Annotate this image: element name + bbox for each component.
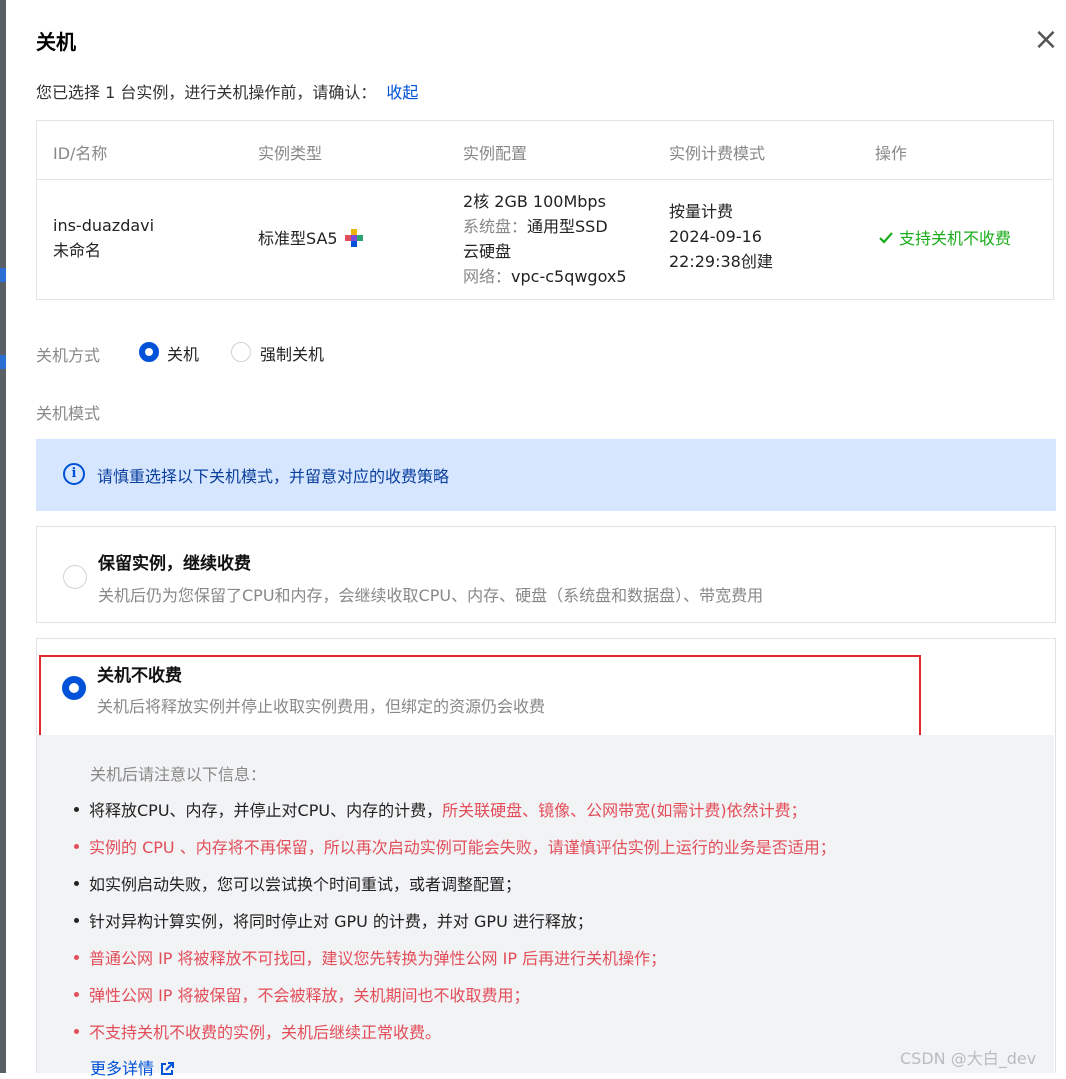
note-item: 不支持关机不收费的实例，关机后继续正常收费。 [74, 1019, 441, 1043]
info-icon: i [63, 463, 85, 485]
radio-shutdown-label[interactable]: 关机 [167, 341, 199, 365]
bullet-dot [74, 992, 79, 997]
config-disk-value: 通用型SSD [527, 217, 608, 236]
instance-type: 标准型SA5 [258, 229, 338, 248]
note-item: 实例的 CPU 、内存将不再保留，所以再次启动实例可能会失败，请谨慎评估实例上运… [74, 834, 836, 858]
table-header: ID/名称 实例类型 实例配置 实例计费模式 操作 [37, 121, 1053, 180]
config-disk-label: 系统盘： [463, 217, 528, 236]
bullet-dot [74, 807, 79, 812]
cell-instance-type: 标准型SA5 [258, 226, 364, 251]
config-disk: 系统盘：通用型SSD [463, 214, 627, 239]
notes-panel: 关机后请注意以下信息： 将释放CPU、内存，并停止对CPU、内存的计费，所关联硬… [37, 735, 1054, 1078]
note-item: 将释放CPU、内存，并停止对CPU、内存的计费，所关联硬盘、镜像、公网带宽(如需… [74, 797, 807, 821]
edge-link-marker [0, 355, 6, 369]
header-billing-mode: 实例计费模式 [669, 144, 766, 163]
watermark: CSDN @大白_dev [900, 1049, 1037, 1068]
more-details-link[interactable]: 更多详情 [90, 1055, 175, 1079]
external-link-icon[interactable] [160, 1062, 175, 1076]
billing-time: 22:29:38创建 [669, 252, 773, 271]
note-item-2-text: 实例的 CPU 、内存将不再保留，所以再次启动实例可能会失败，请谨慎评估实例上运… [89, 838, 836, 857]
instance-name: 未命名 [53, 241, 102, 260]
instance-id: ins-duazdavi [53, 216, 155, 235]
table-row: ins-duazdavi 未命名 标准型SA5 2核 2GB 100Mbps 系… [37, 180, 1053, 300]
note-item: 如实例启动失败，您可以尝试换个时间重试，或者调整配置； [74, 871, 521, 895]
header-instance-type: 实例类型 [258, 144, 323, 163]
bullet-dot [74, 881, 79, 886]
cell-operation: 支持关机不收费 [879, 226, 1011, 251]
dialog-title: 关机 [36, 30, 76, 54]
instance-table: ID/名称 实例类型 实例配置 实例计费模式 操作 ins-duazdavi 未… [36, 120, 1054, 300]
bullet-dot [74, 1029, 79, 1034]
cell-id-name: ins-duazdavi 未命名 [53, 213, 154, 263]
radio-keep-instance[interactable] [63, 565, 87, 589]
cell-billing-mode: 按量计费 2024-09-16 22:29:38创建 [669, 199, 773, 274]
notes-heading: 关机后请注意以下信息： [90, 765, 267, 784]
confirm-message: 您已选择 1 台实例，进行关机操作前，请确认： 收起 [36, 79, 418, 103]
config-network: 网络：vpc-c5qwgox5 [463, 264, 627, 289]
confirm-text: 您已选择 1 台实例，进行关机操作前，请确认： [36, 83, 377, 102]
info-alert: i 请慎重选择以下关机模式，并留意对应的收费策略 [36, 439, 1056, 511]
config-spec: 2核 2GB 100Mbps [463, 192, 606, 211]
option-keep-desc: 关机后仍为您保留了CPU和内存，会继续收取CPU、内存、硬盘（系统盘和数据盘）、… [98, 586, 764, 605]
bullet-dot [74, 955, 79, 960]
note-item-7-text: 不支持关机不收费的实例，关机后继续正常收费。 [89, 1023, 442, 1042]
note-item: 弹性公网 IP 将被保留，不会被释放，关机期间也不收取费用； [74, 982, 530, 1006]
highlight-annotation-box [39, 655, 921, 739]
note-item-6-text: 弹性公网 IP 将被保留，不会被释放，关机期间也不收取费用； [89, 986, 530, 1005]
operation-status: 支持关机不收费 [899, 229, 1012, 248]
radio-force-shutdown-label[interactable]: 强制关机 [260, 341, 324, 365]
header-id-name: ID/名称 [53, 144, 108, 163]
note-item-1-highlight: 所关联硬盘、镜像、公网带宽(如需计费)依然计费； [442, 801, 807, 820]
config-network-value: vpc-c5qwgox5 [511, 267, 627, 286]
close-icon[interactable]: × [1032, 25, 1060, 55]
note-item-4-text: 针对异构计算实例，将同时停止对 GPU 的计费，并对 GPU 进行释放； [89, 912, 593, 931]
shutdown-method-label: 关机方式 [36, 346, 101, 365]
header-instance-config: 实例配置 [463, 144, 528, 163]
note-item-1-text: 将释放CPU、内存，并停止对CPU、内存的计费， [89, 801, 443, 820]
note-item: 针对异构计算实例，将同时停止对 GPU 的计费，并对 GPU 进行释放； [74, 908, 593, 932]
note-item: 普通公网 IP 将被释放不可找回，建议您先转换为弹性公网 IP 后再进行关机操作… [74, 945, 666, 969]
billing-date: 2024-09-16 [669, 227, 762, 246]
option-keep-title: 保留实例，继续收费 [98, 554, 251, 574]
bullet-dot [74, 918, 79, 923]
more-details-label[interactable]: 更多详情 [90, 1059, 154, 1078]
config-network-label: 网络： [463, 267, 512, 286]
radio-force-shutdown[interactable] [231, 342, 251, 362]
note-item-3-text: 如实例启动失败，您可以尝试换个时间重试，或者调整配置； [89, 875, 522, 894]
shutdown-mode-label: 关机模式 [36, 404, 101, 423]
collapse-link[interactable]: 收起 [386, 83, 418, 102]
cell-instance-config: 2核 2GB 100Mbps 系统盘：通用型SSD 云硬盘 网络：vpc-c5q… [463, 189, 627, 289]
mode-option-keep[interactable]: 保留实例，继续收费 关机后仍为您保留了CPU和内存，会继续收取CPU、内存、硬盘… [36, 526, 1056, 623]
config-disk-value-2: 云硬盘 [463, 242, 512, 261]
background-edge-strip [0, 0, 6, 1073]
info-text: 请慎重选择以下关机模式，并留意对应的收费策略 [97, 467, 450, 486]
edge-link-marker [0, 268, 6, 282]
note-item-5-text: 普通公网 IP 将被释放不可找回，建议您先转换为弹性公网 IP 后再进行关机操作… [89, 949, 667, 968]
radio-shutdown[interactable] [139, 342, 159, 362]
header-operation: 操作 [875, 144, 908, 163]
sa5-badge-icon [344, 229, 363, 247]
billing-mode: 按量计费 [669, 202, 734, 221]
check-icon [879, 232, 893, 244]
bullet-dot [74, 844, 79, 849]
